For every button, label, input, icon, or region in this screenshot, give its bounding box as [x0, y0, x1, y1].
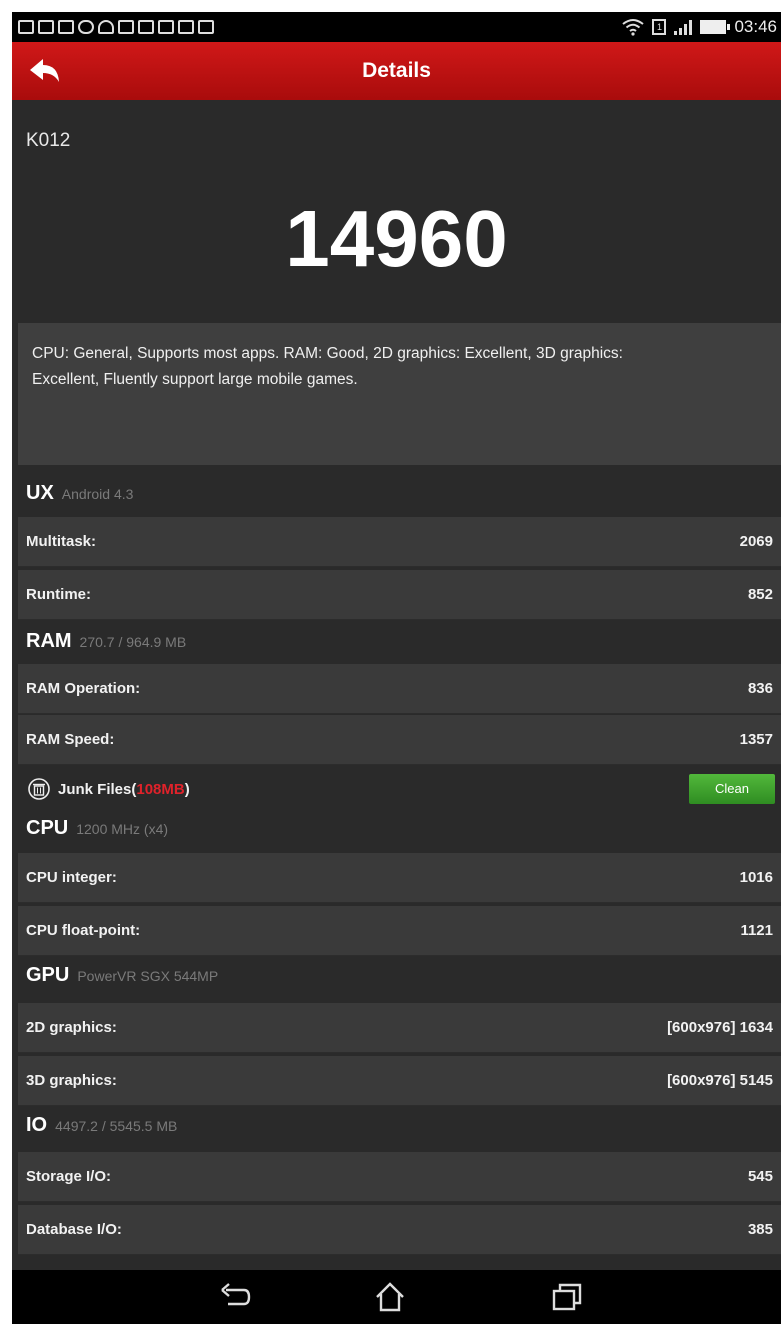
section-subtitle: 270.7 / 964.9 MB	[79, 634, 187, 650]
section-header-gpu: GPU PowerVR SGX 544MP	[26, 964, 218, 994]
junk-files-text: Junk Files(	[58, 781, 137, 798]
result-row-cpu-integer: CPU integer: 1016	[18, 853, 781, 903]
rating-description-box: CPU: General, Supports most apps. RAM: G…	[18, 323, 781, 465]
download-icon	[158, 20, 174, 34]
clean-button[interactable]: Clean	[689, 774, 775, 804]
page-title: Details	[362, 59, 431, 82]
row-label: 2D graphics:	[26, 1019, 117, 1036]
section-title: GPU	[26, 964, 70, 986]
download-icon	[138, 20, 154, 34]
section-header-ux: UX Android 4.3	[26, 482, 133, 512]
row-label: Database I/O:	[26, 1221, 122, 1238]
section-header-io: IO 4497.2 / 5545.5 MB	[26, 1114, 177, 1144]
row-value: [600x976] 5145	[667, 1072, 773, 1089]
message-icon	[38, 20, 54, 34]
cloud-icon	[98, 20, 114, 34]
section-header-cpu: CPU 1200 MHz (x4)	[26, 817, 168, 847]
row-label: 3D graphics:	[26, 1072, 117, 1089]
score-panel: K012 14960	[12, 100, 781, 320]
sim-icon: 1	[652, 19, 667, 35]
section-title: IO	[26, 1114, 48, 1136]
result-row-cpu-float-point: CPU float-point: 1121	[18, 906, 781, 956]
row-label: CPU float-point:	[26, 922, 141, 939]
rating-description: CPU: General, Supports most apps. RAM: G…	[32, 345, 623, 388]
result-row-ram-speed: RAM Speed: 1357	[18, 715, 781, 765]
section-subtitle: 4497.2 / 5545.5 MB	[55, 1118, 178, 1134]
result-row-multitask: Multitask: 2069	[18, 517, 781, 567]
signal-icon	[674, 19, 693, 35]
section-title: RAM	[26, 630, 72, 652]
download-icon	[178, 20, 194, 34]
row-value: 836	[747, 680, 773, 697]
row-value: 1121	[740, 922, 773, 939]
section-subtitle: Android 4.3	[61, 486, 134, 502]
recent-apps-icon[interactable]	[550, 1280, 584, 1314]
back-arrow-icon[interactable]	[28, 56, 62, 86]
section-subtitle: PowerVR SGX 544MP	[77, 968, 219, 984]
status-time: 03:46	[734, 17, 777, 36]
result-row-2d-graphics: 2D graphics: [600x976] 1634	[18, 1003, 781, 1053]
mail-icon	[58, 20, 74, 34]
junk-files-suffix: )	[184, 781, 190, 798]
junk-files-label: Junk Files(108MB)	[58, 781, 190, 798]
row-value: 852	[747, 586, 773, 603]
gallery-icon	[118, 20, 134, 34]
wifi-icon	[622, 19, 645, 36]
notification-icons	[12, 20, 214, 34]
phone-screen: 1 03:46 Details K012 14960 CPU: General,…	[12, 12, 781, 1324]
row-label: Multitask:	[26, 533, 97, 550]
section-title: UX	[26, 482, 54, 504]
title-bar: Details	[12, 42, 781, 100]
result-row-3d-graphics: 3D graphics: [600x976] 5145	[18, 1056, 781, 1106]
section-header-ram: RAM 270.7 / 964.9 MB	[26, 630, 186, 660]
download-icon	[198, 20, 214, 34]
battery-icon	[700, 20, 731, 34]
section-subtitle: 1200 MHz (x4)	[76, 821, 169, 837]
status-bar: 1 03:46	[12, 12, 781, 42]
result-row-runtime: Runtime: 852	[18, 570, 781, 620]
row-value: 545	[747, 1168, 773, 1185]
row-label: RAM Operation:	[26, 680, 141, 697]
row-value: 1357	[739, 731, 773, 748]
trash-bin-icon	[28, 778, 50, 800]
result-row-database-io: Database I/O: 385	[18, 1205, 781, 1255]
row-value: 1016	[739, 869, 773, 886]
pin-icon	[78, 20, 94, 34]
row-value: 2069	[739, 533, 773, 550]
row-label: Storage I/O:	[26, 1168, 112, 1185]
navigation-bar	[12, 1270, 781, 1324]
junk-files-row: Junk Files(108MB) Clean	[18, 770, 781, 808]
home-icon[interactable]	[373, 1280, 407, 1314]
row-label: CPU integer:	[26, 869, 117, 886]
row-value: 385	[747, 1221, 773, 1238]
section-title: CPU	[26, 817, 69, 839]
row-label: Runtime:	[26, 586, 91, 603]
app-icon	[18, 20, 34, 34]
row-value: [600x976] 1634	[667, 1019, 773, 1036]
result-row-ram-operation: RAM Operation: 836	[18, 664, 781, 714]
junk-files-size: 108MB	[136, 781, 185, 798]
device-name: K012	[26, 130, 71, 151]
row-label: RAM Speed:	[26, 731, 115, 748]
back-icon[interactable]	[218, 1280, 252, 1314]
result-row-storage-io: Storage I/O: 545	[18, 1152, 781, 1202]
total-score: 14960	[285, 194, 508, 283]
